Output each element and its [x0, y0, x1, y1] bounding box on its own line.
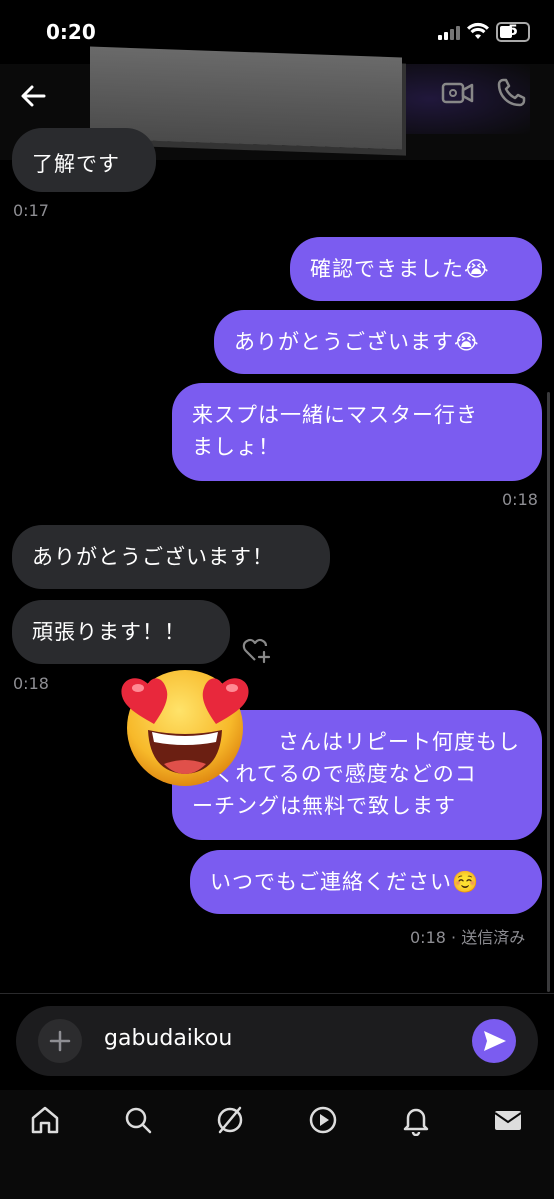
message-text-line: 来スプは一緒にマスター行き	[192, 403, 478, 427]
message-bubble-outgoing[interactable]: いつでもご連絡ください☺️	[190, 850, 542, 914]
message-bubble-outgoing[interactable]: 来スプは一緒にマスター行き ましょ！	[172, 383, 542, 481]
search-icon[interactable]	[122, 1104, 154, 1136]
message-bubble-incoming[interactable]: 頑張ります！！	[12, 600, 230, 664]
video-call-icon[interactable]	[440, 78, 476, 108]
mail-icon[interactable]	[492, 1104, 524, 1136]
message-text: ありがとうございます😭	[234, 330, 480, 354]
message-time-sent-status: 0:18 · 送信済み	[410, 928, 526, 947]
battery-level-text: 5	[508, 23, 518, 39]
heart-plus-icon[interactable]	[242, 636, 272, 664]
bell-icon[interactable]	[400, 1104, 432, 1136]
plus-icon	[49, 1030, 71, 1052]
message-text: ありがとうございます！	[32, 545, 274, 569]
play-icon[interactable]	[307, 1104, 339, 1136]
message-input[interactable]: gabudaikou	[104, 1026, 232, 1051]
send-icon	[484, 1031, 506, 1051]
message-text-line: ましょ！	[192, 435, 280, 459]
scrollbar[interactable]	[547, 392, 550, 992]
message-bubble-incoming[interactable]: ありがとうございます！	[12, 525, 330, 589]
message-time: 0:17	[13, 201, 49, 220]
message-text: 確認できました😭	[310, 257, 490, 281]
signal-icon	[438, 26, 462, 40]
status-time: 0:20	[46, 20, 96, 44]
message-composer: gabudaikou	[16, 1006, 538, 1076]
wifi-icon	[467, 22, 489, 39]
message-time: 0:18	[502, 490, 538, 509]
message-bubble-incoming[interactable]: 了解です	[12, 128, 156, 192]
back-arrow-icon[interactable]	[16, 78, 52, 114]
message-time: 0:18	[13, 674, 49, 693]
message-bubble-outgoing[interactable]: ありがとうございます😭	[214, 310, 542, 374]
home-icon[interactable]	[29, 1104, 61, 1136]
message-bubble-outgoing[interactable]: 確認できました😭	[290, 237, 542, 301]
message-text: 了解です	[32, 152, 120, 176]
bottom-navigation	[0, 1090, 554, 1199]
phone-icon[interactable]	[494, 76, 528, 110]
plus-button[interactable]	[38, 1019, 82, 1063]
heart-eyes-emoji-icon	[121, 670, 249, 786]
message-text: いつでもご連絡ください☺️	[210, 870, 480, 894]
message-text-line: ーチングは無料で致します	[192, 794, 456, 818]
battery-icon: 5	[496, 22, 530, 42]
compass-icon[interactable]	[214, 1104, 246, 1136]
message-text: 頑張ります！！	[32, 620, 186, 644]
send-button[interactable]	[472, 1019, 516, 1063]
